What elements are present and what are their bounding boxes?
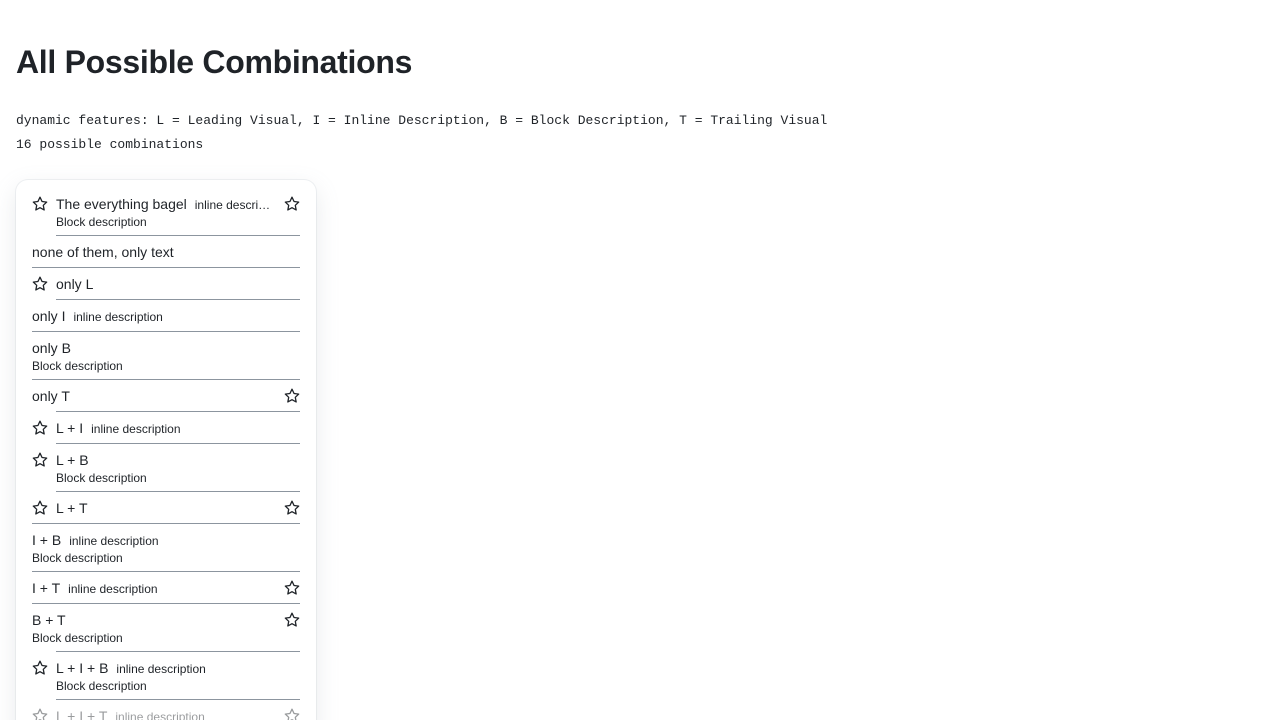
item-label: only I — [32, 308, 66, 324]
page: All Possible Combinations dynamic featur… — [0, 0, 1280, 720]
star-icon — [32, 418, 48, 438]
block-description: Block description — [56, 679, 147, 693]
combinations-count: 16 possible combinations — [16, 137, 204, 152]
item-label: L + I + T — [56, 708, 108, 720]
item-label: only T — [32, 388, 70, 404]
inline-description: inline description — [69, 534, 159, 548]
star-icon — [32, 274, 48, 294]
item-label: L + T — [56, 500, 88, 516]
star-icon — [284, 194, 300, 214]
list-item[interactable]: only T — [32, 380, 300, 412]
item-label: The everything bagel — [56, 196, 187, 212]
list-item[interactable]: L + B Block description — [32, 444, 300, 492]
page-title: All Possible Combinations — [16, 44, 413, 80]
star-icon — [32, 658, 48, 678]
item-label: none of them, only text — [32, 244, 174, 260]
list-item[interactable]: I + T inline description — [32, 572, 300, 604]
item-label: L + I + B — [56, 660, 109, 676]
item-label: L + I — [56, 420, 84, 436]
features-legend: dynamic features: L = Leading Visual, I … — [16, 113, 828, 128]
list-item[interactable]: only B Block description — [32, 332, 300, 380]
star-icon — [284, 610, 300, 630]
block-description: Block description — [32, 359, 123, 373]
action-list-menu: The everything bagel inline description … — [16, 180, 316, 720]
list-item[interactable]: B + T Block description — [32, 604, 300, 652]
inline-description: inline description — [68, 582, 158, 596]
star-icon — [284, 498, 300, 518]
block-description: Block description — [56, 471, 147, 485]
block-description: Block description — [56, 215, 147, 229]
star-icon — [32, 450, 48, 470]
list-item[interactable]: only L — [32, 268, 300, 300]
action-list: The everything bagel inline description … — [16, 180, 316, 720]
item-label: only B — [32, 340, 71, 356]
item-label: B + T — [32, 612, 66, 628]
block-description: Block description — [32, 631, 123, 645]
star-icon — [284, 578, 300, 598]
inline-description: inline description — [91, 422, 181, 436]
star-icon — [284, 706, 300, 720]
item-label: L + B — [56, 452, 89, 468]
list-item[interactable]: L + I + T inline description — [32, 700, 300, 720]
inline-description: inline description — [115, 710, 205, 720]
star-icon — [32, 498, 48, 518]
inline-description: inline description — [194, 198, 276, 212]
block-description: Block description — [32, 551, 123, 565]
item-label: I + T — [32, 580, 61, 596]
star-icon — [284, 386, 300, 406]
list-item[interactable]: L + T — [32, 492, 300, 524]
item-label: I + B — [32, 532, 62, 548]
list-item[interactable]: only I inline description — [32, 300, 300, 332]
star-icon — [32, 706, 48, 720]
list-item[interactable]: none of them, only text — [32, 236, 300, 268]
list-item[interactable]: L + I inline description — [32, 412, 300, 444]
list-item[interactable]: I + B inline description Block descripti… — [32, 524, 300, 572]
item-label: only L — [56, 276, 94, 292]
inline-description: inline description — [116, 662, 206, 676]
star-icon — [32, 194, 48, 214]
list-item[interactable]: The everything bagel inline description … — [32, 188, 300, 236]
list-item[interactable]: L + I + B inline description Block descr… — [32, 652, 300, 700]
inline-description: inline description — [73, 310, 163, 324]
